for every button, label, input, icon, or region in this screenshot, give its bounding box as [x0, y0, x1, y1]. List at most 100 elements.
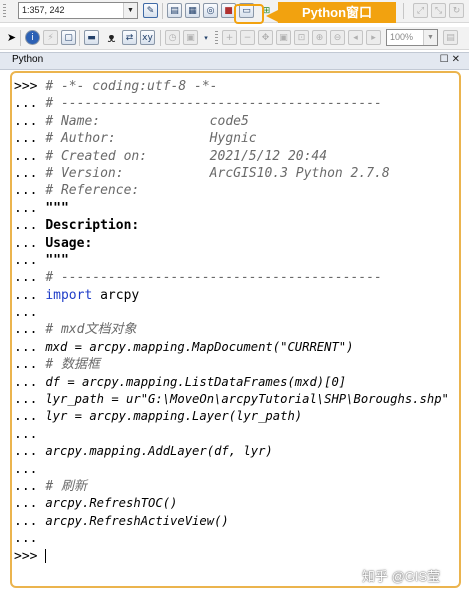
- search-window-icon[interactable]: ◎: [203, 3, 218, 18]
- find-binoculars-icon[interactable]: ᴥ: [104, 30, 119, 46]
- table-of-contents-icon[interactable]: ▤: [167, 3, 182, 18]
- fixed-zoom-out-icon[interactable]: ⊖: [330, 30, 345, 45]
- find-route-icon[interactable]: ⇄: [122, 30, 137, 45]
- refresh-icon[interactable]: ↻: [449, 3, 464, 18]
- pan-icon[interactable]: ⤢: [413, 3, 428, 18]
- previous-extent-icon[interactable]: ◂: [348, 30, 363, 45]
- code-line: ... Usage:: [14, 235, 454, 252]
- code-line: ...: [14, 530, 454, 547]
- fixed-zoom-in-icon[interactable]: ⊕: [312, 30, 327, 45]
- toolbar-separator: [160, 30, 161, 46]
- code-line: ... # mxd文档对象: [14, 321, 454, 338]
- code-text: # Reference:: [45, 183, 140, 199]
- python-window-titlebar: Python ☐✕: [0, 52, 469, 70]
- code-line: ... """: [14, 252, 454, 269]
- console-prompt: ...: [14, 513, 46, 529]
- code-line: ... # 数据框: [14, 356, 454, 373]
- code-line: ... # Version: ArcGIS10.3 Python 2.7.8: [14, 165, 454, 182]
- zoom-100-icon[interactable]: ⊡: [294, 30, 309, 45]
- toolbar-grip[interactable]: [3, 4, 6, 19]
- layout-zoom-combo[interactable]: 100% ▼: [386, 29, 438, 46]
- chevron-down-icon[interactable]: ▼: [423, 30, 437, 45]
- python-window-highlight: [234, 4, 264, 24]
- code-line: ... # Created on: 2021/5/12 20:44: [14, 148, 454, 165]
- code-text: Usage:: [45, 235, 93, 251]
- close-icon[interactable]: ✕: [452, 54, 463, 65]
- code-text: # --------------------------------------…: [45, 270, 382, 286]
- toolbar-separator: [403, 3, 404, 19]
- layout-pan-icon[interactable]: ✥: [258, 30, 273, 45]
- catalog-window-icon[interactable]: ▦: [185, 3, 200, 18]
- code-text: # 刷新: [45, 478, 87, 494]
- code-text: # mxd文档对象: [45, 322, 137, 338]
- map-scale-value: 1:357, 242: [22, 5, 65, 15]
- code-line: ... Description:: [14, 217, 454, 234]
- create-viewer-icon[interactable]: ▣: [183, 30, 198, 45]
- code-line: >>> # -*- coding:utf-8 -*-: [14, 78, 454, 95]
- code-text: mxd = arcpy.mapping.MapDocument("CURRENT…: [45, 339, 354, 354]
- layout-zoom-in-icon[interactable]: +: [222, 30, 237, 45]
- code-text: # 数据框: [45, 357, 100, 373]
- code-line: ... # 刷新: [14, 478, 454, 495]
- console-prompt: ...: [14, 409, 46, 425]
- window-controls: ☐✕: [440, 54, 463, 65]
- toolbar-options-icon[interactable]: ▾: [201, 30, 211, 45]
- code-text: """: [45, 200, 69, 216]
- code-line: ...: [14, 461, 454, 478]
- code-text: Description:: [45, 218, 140, 234]
- console-prompt: ...: [14, 357, 46, 373]
- code-line: ... # ----------------------------------…: [14, 95, 454, 112]
- layout-zoom-value: 100%: [390, 32, 414, 42]
- console-prompt: ...: [14, 235, 46, 251]
- console-prompt: ...: [14, 252, 46, 268]
- code-line: ... # Name: code5: [14, 113, 454, 130]
- identify-icon[interactable]: i: [25, 30, 40, 45]
- layout-zoom-out-icon[interactable]: −: [240, 30, 255, 45]
- code-line: >>>: [14, 548, 454, 565]
- console-prompt: ...: [14, 200, 46, 216]
- measure-icon[interactable]: ▬: [84, 30, 99, 45]
- dock-icon[interactable]: ☐: [440, 54, 452, 65]
- toolbar-grip[interactable]: [215, 31, 218, 46]
- console-prompt: ...: [14, 531, 46, 547]
- code-line: ... arcpy.RefreshTOC(): [14, 495, 454, 512]
- console-prompt: ...: [14, 218, 46, 234]
- console-prompt: ...: [14, 478, 46, 494]
- next-extent-icon[interactable]: ▸: [366, 30, 381, 45]
- select-elements-icon[interactable]: ➤: [4, 30, 19, 45]
- console-prompt: ...: [14, 461, 46, 477]
- toolbar-separator: [162, 3, 163, 19]
- window-title: Python: [12, 54, 44, 65]
- editor-toolbar-icon[interactable]: ✎: [143, 3, 158, 18]
- console-prompt: >>>: [14, 548, 46, 564]
- hyperlink-icon[interactable]: ⚡: [43, 30, 58, 45]
- zoom-whole-page-icon[interactable]: ▣: [276, 30, 291, 45]
- code-text: arcpy.mapping.AddLayer(df, lyr): [45, 444, 273, 459]
- code-text: # Created on: 2021/5/12 20:44: [45, 148, 328, 164]
- console-prompt: ...: [14, 183, 46, 199]
- code-line: ... mxd = arcpy.mapping.MapDocument("CUR…: [14, 339, 454, 356]
- time-slider-icon[interactable]: ◷: [165, 30, 180, 45]
- code-text: """: [45, 252, 69, 268]
- watermark: 知乎 @GIS莹: [362, 569, 441, 584]
- code-text: lyr = arcpy.mapping.Layer(lyr_path): [45, 409, 303, 424]
- console-prompt: ...: [14, 444, 46, 460]
- code-line: ... lyr_path = ur"G:\MoveOn\arcpyTutoria…: [14, 391, 454, 408]
- zoom-extent-icon[interactable]: ⤡: [431, 3, 446, 18]
- console-prompt: ...: [14, 165, 46, 181]
- callout-arrow-icon: [266, 10, 278, 22]
- console-prompt: ...: [14, 322, 46, 338]
- console-prompt: ...: [14, 148, 46, 164]
- console-prompt: ...: [14, 496, 46, 512]
- html-popup-icon[interactable]: ▢: [61, 30, 76, 45]
- toggle-draft-mode-icon[interactable]: ▤: [443, 30, 458, 45]
- callout-label: Python窗口: [278, 2, 396, 23]
- map-scale-combo[interactable]: 1:357, 242 ▼: [18, 2, 138, 19]
- python-console[interactable]: >>> # -*- coding:utf-8 -*-... # --------…: [14, 78, 454, 565]
- go-to-xy-icon[interactable]: xy: [140, 30, 155, 45]
- code-line: ... arcpy.RefreshActiveView(): [14, 513, 454, 530]
- chevron-down-icon[interactable]: ▼: [123, 3, 137, 18]
- code-line: ...: [14, 304, 454, 321]
- text-cursor[interactable]: [45, 549, 47, 564]
- code-line: ... """: [14, 200, 454, 217]
